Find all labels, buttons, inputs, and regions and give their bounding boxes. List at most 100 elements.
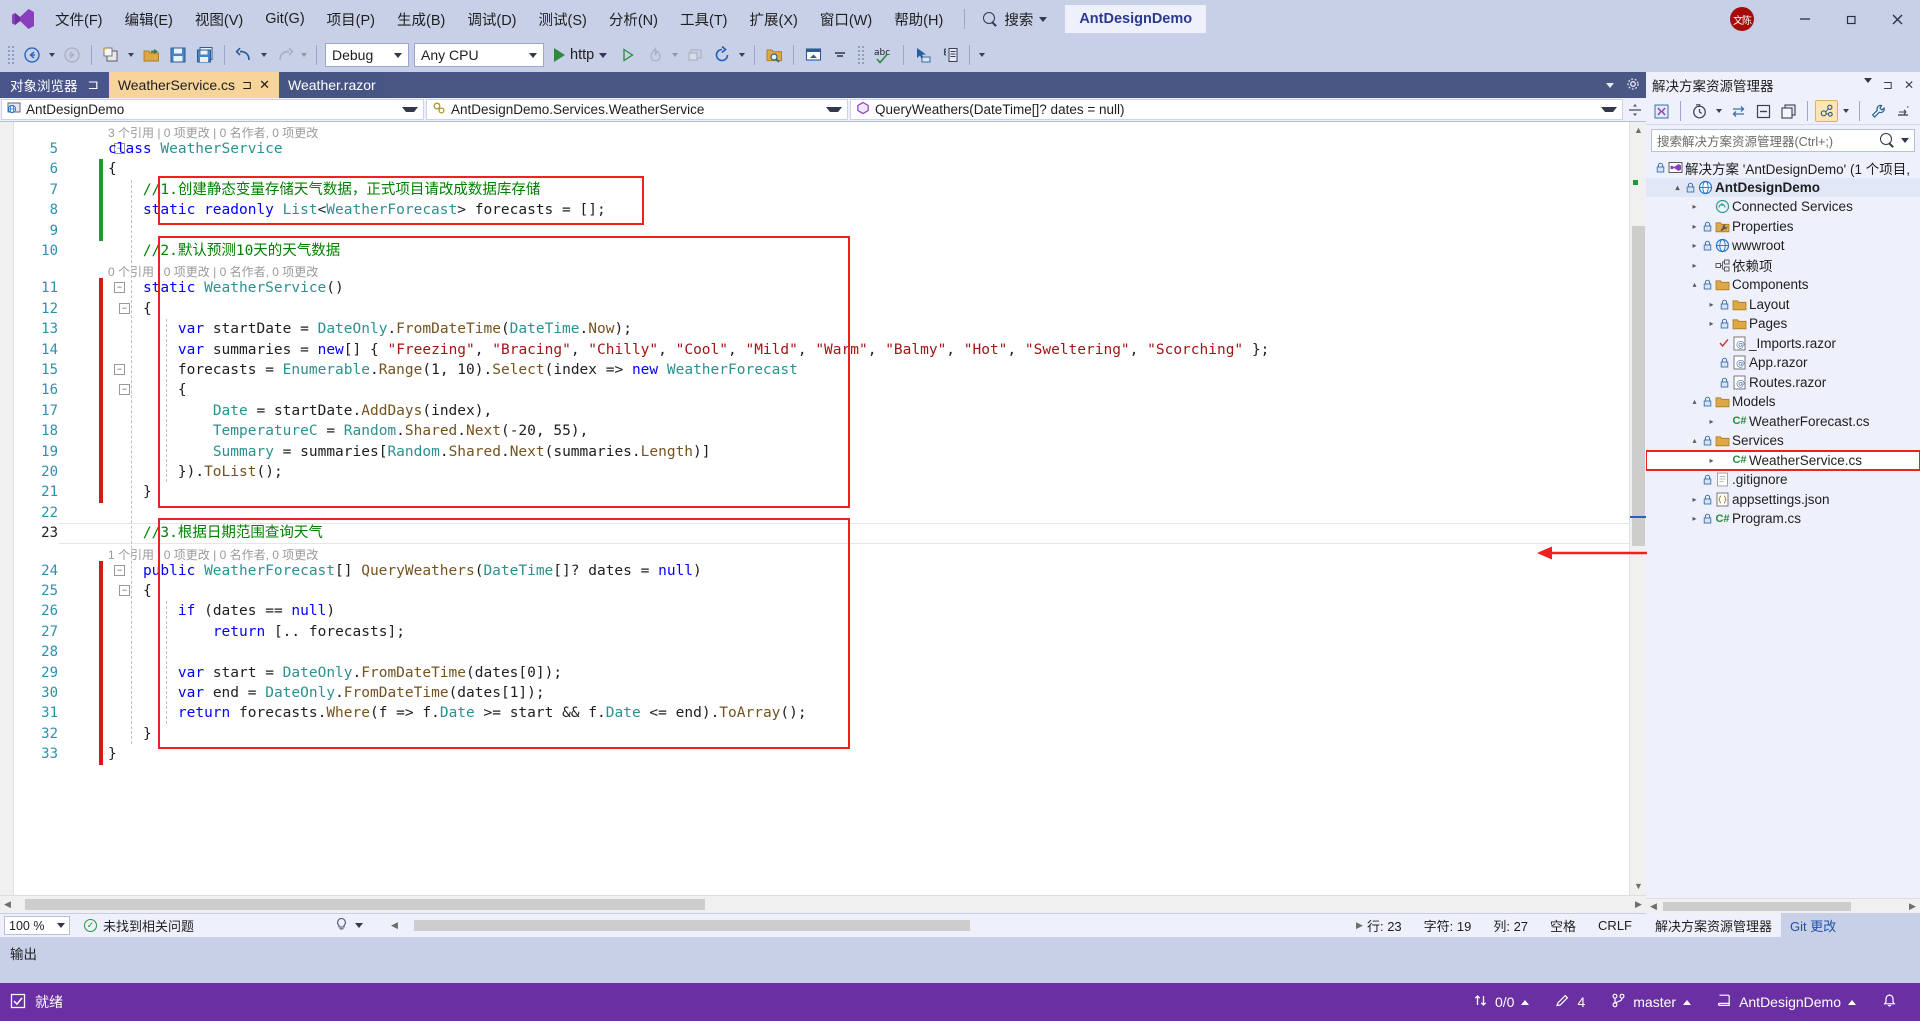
tree-item-properties[interactable]: ▸ Properties [1646, 217, 1920, 237]
code-line[interactable]: 29 var start = DateOnly.FromDateTime(dat… [0, 663, 1629, 683]
pending-changes-dropdown-icon[interactable] [1716, 109, 1722, 113]
menu-extensions[interactable]: 扩展(X) [739, 4, 809, 35]
pin-icon[interactable]: ⊐ [1883, 78, 1893, 92]
status-repo-cell[interactable]: AntDesignDemo [1704, 983, 1869, 1021]
tab-weather-razor[interactable]: Weather.razor [279, 72, 385, 98]
codelens-annotation[interactable]: 3 个引用 | 0 项更改 | 0 名作者, 0 项更改 [0, 122, 1629, 140]
object-browser-dock-tab[interactable]: 对象浏览器 ⊐ [0, 72, 109, 98]
split-view-button[interactable] [1624, 98, 1646, 121]
code-editor[interactable]: 3 个引用 | 0 项更改 | 0 名作者, 0 项更改 5− class Weat… [0, 122, 1629, 895]
tree-item-components[interactable]: ▴ Components [1646, 275, 1920, 295]
toolbar-grip-2[interactable] [857, 45, 866, 65]
search-solution-icon[interactable] [761, 42, 787, 68]
status-branch-cell[interactable]: master [1598, 983, 1704, 1021]
menu-view[interactable]: 视图(V) [184, 4, 254, 35]
code-line[interactable]: 24− public WeatherForecast[] QueryWeathe… [0, 561, 1629, 581]
platform-select[interactable]: Any CPU [414, 43, 544, 67]
code-line[interactable]: 23 //3.根据日期范围查询天气 [0, 523, 1629, 543]
se-hscroll-track[interactable] [1661, 900, 1905, 913]
code-line[interactable]: 6{ [0, 159, 1629, 179]
tree-item-layout[interactable]: ▸ Layout [1646, 295, 1920, 315]
align-icon[interactable] [827, 42, 853, 68]
toolbar-overflow-icon[interactable] [979, 53, 986, 57]
tree-twisty-icon[interactable]: ▸ [1688, 495, 1701, 504]
tree-twisty-icon[interactable]: ▸ [1705, 319, 1718, 328]
tree-item-wwwroot[interactable]: ▸ wwwroot [1646, 236, 1920, 256]
save-all-icon[interactable] [192, 42, 218, 68]
undo-dropdown-icon[interactable] [261, 53, 267, 57]
tree-twisty-icon[interactable]: ▸ [1688, 202, 1701, 211]
scroll-left-icon[interactable]: ◀ [0, 899, 15, 910]
menu-edit[interactable]: 编辑(E) [114, 4, 184, 35]
code-line[interactable]: 32 } [0, 724, 1629, 744]
start-debug-button[interactable]: http [547, 42, 614, 68]
solution-explorer-search[interactable]: 搜索解决方案资源管理器(Ctrl+;) [1651, 129, 1915, 152]
search-input[interactable]: 搜索解决方案资源管理器(Ctrl+;) [1657, 131, 1880, 150]
tree-item-gitignore[interactable]: .gitignore [1646, 470, 1920, 490]
tree-item-app-razor[interactable]: @ App.razor [1646, 353, 1920, 373]
pin-icon[interactable]: ⊐ [242, 78, 252, 92]
chevron-down-icon[interactable] [1901, 138, 1909, 143]
refresh-icon[interactable] [709, 42, 735, 68]
spellcheck-icon[interactable]: abc [869, 42, 897, 68]
go-to-code-icon[interactable] [937, 42, 963, 68]
status-edits-cell[interactable]: 4 [1542, 983, 1598, 1021]
menu-analyze[interactable]: 分析(N) [598, 4, 669, 35]
code-line[interactable]: 31 return forecasts.Where(f => f.Date >=… [0, 703, 1629, 723]
code-line[interactable]: 15− forecasts = Enumerable.Range(1, 10).… [0, 360, 1629, 380]
menu-file[interactable]: 文件(F) [44, 4, 114, 35]
fold-toggle-icon[interactable]: − [119, 585, 130, 596]
code-line[interactable]: 17 Date = startDate.AddDays(index), [0, 401, 1629, 421]
tab-weatherservice-cs[interactable]: WeatherService.cs ⊐ ✕ [108, 72, 280, 98]
code-line[interactable]: 7 //1.创建静态变量存储天气数据，正式项目请改成数据库存储 [0, 180, 1629, 200]
code-line[interactable]: 19 Summary = summaries[Random.Shared.Nex… [0, 442, 1629, 462]
tree-item-services[interactable]: ▴ Services [1646, 431, 1920, 451]
tree-twisty-icon[interactable]: ▸ [1688, 241, 1701, 250]
hscroll-thumb[interactable] [25, 899, 705, 910]
code-line[interactable]: 28 [0, 642, 1629, 662]
tree-twisty-icon[interactable]: ▸ [1688, 514, 1701, 523]
code-line[interactable]: 20 }).ToList(); [0, 462, 1629, 482]
output-panel[interactable]: 输出 [0, 937, 1920, 983]
pin-icon[interactable]: ⊐ [88, 77, 99, 93]
status-track-thumb[interactable] [414, 920, 971, 931]
close-icon[interactable]: ✕ [259, 77, 270, 93]
tree-item-routes-razor[interactable]: @ Routes.razor [1646, 373, 1920, 393]
avatar[interactable]: 文陈 [1730, 7, 1754, 31]
zoom-level-select[interactable]: 100 % [4, 916, 70, 935]
tree-item-connected-services[interactable]: ▸ Connected Services [1646, 197, 1920, 217]
refresh-dropdown-icon[interactable] [739, 53, 746, 57]
issues-indicator[interactable]: ✓ 未找到相关问题 [84, 916, 194, 935]
chevron-down-icon[interactable] [1863, 78, 1872, 83]
menu-debug[interactable]: 调试(D) [456, 4, 527, 35]
menu-window[interactable]: 窗口(W) [809, 4, 883, 35]
code-line[interactable]: 12 { [0, 299, 1629, 319]
footer-tab-git-changes[interactable]: Git 更改 [1781, 913, 1845, 937]
code-line[interactable]: 27 return [.. forecasts]; [0, 622, 1629, 642]
tree-item-weatherforecast-cs[interactable]: ▸ C# WeatherForecast.cs [1646, 412, 1920, 432]
sync-with-active-doc-icon[interactable] [1727, 100, 1750, 122]
code-line[interactable]: 5− class WeatherService [0, 139, 1629, 159]
maximize-button[interactable] [1828, 0, 1874, 38]
menu-tools[interactable]: 工具(T) [669, 4, 739, 35]
code-line[interactable]: 25 { [0, 581, 1629, 601]
collapse-all-icon[interactable] [1752, 100, 1775, 122]
navigate-back-icon[interactable] [19, 42, 45, 68]
code-line[interactable]: 22 [0, 503, 1629, 523]
code-line[interactable]: 14 var summaries = new[] { "Freezing", "… [0, 340, 1629, 360]
editor-horizontal-scrollbar[interactable]: ◀ ▶ [0, 895, 1646, 913]
line-ending-indicator[interactable]: CRLF [1598, 918, 1632, 933]
tree-twisty-icon[interactable]: ▸ [1705, 300, 1718, 309]
open-file-icon[interactable] [138, 42, 164, 68]
minimize-button[interactable] [1782, 0, 1828, 38]
tree-item-program-cs[interactable]: ▸ C# Program.cs [1646, 509, 1920, 529]
footer-tab-solution-explorer[interactable]: 解决方案资源管理器 [1646, 913, 1782, 937]
solution-tree[interactable]: 解决方案 'AntDesignDemo' (1 个项目, ▴ AntDesignD… [1646, 156, 1920, 898]
configuration-select[interactable]: Debug [325, 43, 409, 67]
menu-build[interactable]: 生成(B) [386, 4, 456, 35]
hscroll-track[interactable] [15, 898, 1631, 911]
scroll-up-icon[interactable]: ▲ [1633, 125, 1644, 136]
status-sync-cell[interactable]: 0/0 [1460, 983, 1542, 1021]
code-line[interactable]: 11− static WeatherService() [0, 278, 1629, 298]
scroll-down-icon[interactable]: ▼ [1633, 881, 1644, 892]
